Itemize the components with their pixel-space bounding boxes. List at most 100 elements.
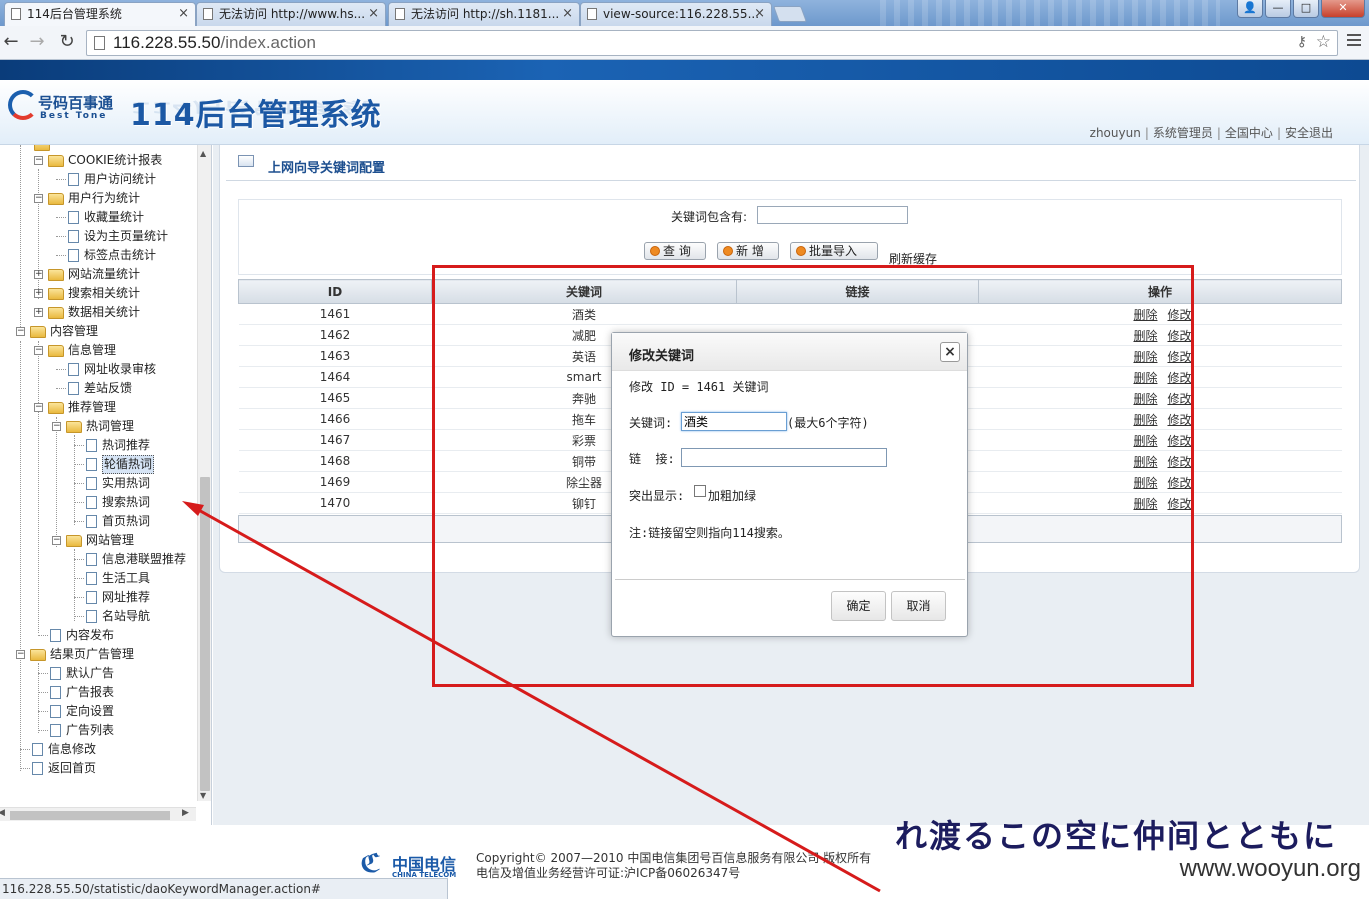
folder-icon bbox=[66, 421, 82, 433]
key-icon[interactable]: ⚷ bbox=[1297, 34, 1307, 50]
highlight-label: 突出显示: bbox=[629, 489, 685, 503]
scroll-left-icon[interactable]: ◀ bbox=[0, 808, 5, 818]
folder-icon bbox=[48, 193, 64, 205]
keyword-label: 关键词: bbox=[629, 416, 673, 430]
logout-link[interactable]: 安全退出 bbox=[1285, 126, 1333, 140]
username-link[interactable]: zhouyun bbox=[1090, 126, 1141, 140]
tree-item-label: 收藏量统计 bbox=[84, 210, 145, 224]
bold-green-checkbox[interactable] bbox=[694, 485, 706, 497]
collapse-icon[interactable]: − bbox=[34, 156, 43, 165]
column-header-id[interactable]: ID bbox=[238, 279, 432, 304]
expand-icon[interactable]: + bbox=[34, 270, 43, 279]
tree-item-label: 搜索热词 bbox=[102, 495, 151, 509]
tab-label: 无法访问 http://www.hs... bbox=[219, 7, 366, 21]
add-button[interactable]: 新 增 bbox=[717, 242, 779, 260]
tree-item-label: 生活工具 bbox=[102, 571, 151, 585]
keyword-hint: (最大6个字符) bbox=[787, 416, 869, 430]
tree-item-label: 推荐管理 bbox=[68, 400, 117, 414]
link-label: 链 接: bbox=[629, 452, 675, 466]
dialog-divider bbox=[615, 579, 965, 580]
browser-tab[interactable]: 无法访问 http://www.hs... × bbox=[196, 2, 386, 26]
role-link[interactable]: 系统管理员 bbox=[1153, 126, 1213, 140]
dialog-close-icon[interactable]: × bbox=[940, 342, 960, 362]
sidebar-vertical-scrollbar[interactable]: ▲ ▼ bbox=[197, 145, 211, 801]
tree-item-label: 轮循热词 bbox=[102, 455, 155, 474]
scroll-down-icon[interactable]: ▼ bbox=[200, 791, 206, 800]
page-icon bbox=[86, 496, 97, 509]
collapse-icon[interactable]: − bbox=[16, 650, 25, 659]
folder-icon bbox=[48, 307, 64, 319]
sidebar-horizontal-scrollbar[interactable]: ◀ ▶ bbox=[0, 807, 196, 821]
search-form: 关键词包含有: 查 询 新 增 批量导入 刷新缓存 bbox=[238, 199, 1342, 275]
tree-item-label: 网址推荐 bbox=[102, 590, 151, 604]
scroll-thumb[interactable] bbox=[200, 477, 210, 791]
collapse-icon[interactable]: − bbox=[52, 422, 61, 431]
button-bullet-icon bbox=[723, 246, 733, 256]
forward-icon[interactable]: → bbox=[26, 32, 48, 54]
logo-text-en: Best Tone bbox=[40, 111, 108, 121]
scroll-up-icon[interactable]: ▲ bbox=[200, 149, 206, 158]
tree-item-label: 热词推荐 bbox=[102, 438, 151, 452]
collapse-icon[interactable]: − bbox=[52, 536, 61, 545]
keyword-search-input[interactable] bbox=[757, 206, 908, 224]
bookmark-star-icon[interactable]: ☆ bbox=[1316, 32, 1331, 52]
tab-close-icon[interactable]: × bbox=[178, 3, 189, 25]
page-icon bbox=[86, 515, 97, 528]
browser-tab-active[interactable]: 114后台管理系统 × bbox=[4, 2, 196, 26]
page-icon bbox=[94, 36, 105, 50]
logo-text-cn: 号码百事通 bbox=[38, 94, 114, 112]
new-tab-button[interactable] bbox=[773, 6, 807, 22]
tab-close-icon[interactable]: × bbox=[562, 3, 573, 25]
copyright-text: Copyright© 2007—2010 中国电信集团号百信息服务有限公司 版权… bbox=[476, 851, 871, 881]
collapse-icon[interactable]: − bbox=[16, 327, 25, 336]
folder-icon bbox=[48, 345, 64, 357]
tab-close-icon[interactable]: × bbox=[754, 3, 765, 25]
center-link[interactable]: 全国中心 bbox=[1225, 126, 1273, 140]
cell-id: 1462 bbox=[238, 324, 432, 346]
cancel-button[interactable]: 取消 bbox=[891, 591, 946, 621]
url-host: 116.228.55.50 bbox=[113, 33, 221, 52]
minimize-button[interactable]: — bbox=[1265, 0, 1291, 18]
page-icon bbox=[68, 382, 79, 395]
scroll-thumb[interactable] bbox=[10, 811, 170, 820]
tree-item-label: 网站流量统计 bbox=[68, 267, 141, 281]
scroll-right-icon[interactable]: ▶ bbox=[182, 808, 189, 818]
cell-id: 1466 bbox=[238, 408, 432, 430]
page-icon bbox=[32, 762, 43, 775]
add-button-label: 新 增 bbox=[736, 244, 764, 258]
link-field[interactable] bbox=[681, 448, 887, 467]
confirm-button[interactable]: 确定 bbox=[831, 591, 886, 621]
collapse-icon[interactable]: − bbox=[34, 403, 43, 412]
url-text[interactable]: 116.228.55.50/index.action bbox=[113, 33, 316, 53]
reload-icon[interactable]: ↻ bbox=[56, 32, 78, 54]
batch-import-button[interactable]: 批量导入 bbox=[790, 242, 878, 260]
tab-close-icon[interactable]: × bbox=[368, 3, 379, 25]
page-icon bbox=[50, 724, 61, 737]
browser-menu-icon[interactable] bbox=[1347, 34, 1361, 49]
page-icon bbox=[68, 211, 79, 224]
nav-tree: − COOKIE统计报表 用户访问统计 − 用户行为统计 收藏量统计 设为主页量统计 标签点击… bbox=[0, 145, 196, 801]
expand-icon[interactable]: + bbox=[34, 289, 43, 298]
page-icon bbox=[86, 591, 97, 604]
folder-icon bbox=[30, 326, 46, 338]
window-close-button[interactable]: ✕ bbox=[1321, 0, 1365, 18]
logo-swirl-icon bbox=[8, 90, 38, 120]
page-icon bbox=[32, 743, 43, 756]
expand-icon[interactable]: + bbox=[34, 308, 43, 317]
collapse-icon[interactable]: − bbox=[34, 194, 43, 203]
query-button[interactable]: 查 询 bbox=[644, 242, 706, 260]
tab-label: 无法访问 http://sh.1181... bbox=[411, 7, 560, 21]
folder-icon bbox=[48, 155, 64, 167]
folder-icon bbox=[48, 288, 64, 300]
browser-tab[interactable]: 无法访问 http://sh.1181... × bbox=[388, 2, 580, 26]
address-bar[interactable]: 116.228.55.50/index.action ⚷ ☆ bbox=[86, 30, 1338, 56]
besttone-logo: 号码百事通 Best Tone bbox=[8, 88, 113, 126]
maximize-button[interactable]: □ bbox=[1293, 0, 1319, 18]
user-icon[interactable]: 👤 bbox=[1237, 0, 1263, 18]
browser-tab[interactable]: view-source:116.228.55... × bbox=[580, 2, 772, 26]
back-icon[interactable]: ← bbox=[0, 32, 22, 54]
page-icon bbox=[50, 667, 61, 680]
keyword-field[interactable] bbox=[681, 412, 787, 431]
tree-item-label: 网站管理 bbox=[86, 533, 135, 547]
collapse-icon[interactable]: − bbox=[34, 346, 43, 355]
